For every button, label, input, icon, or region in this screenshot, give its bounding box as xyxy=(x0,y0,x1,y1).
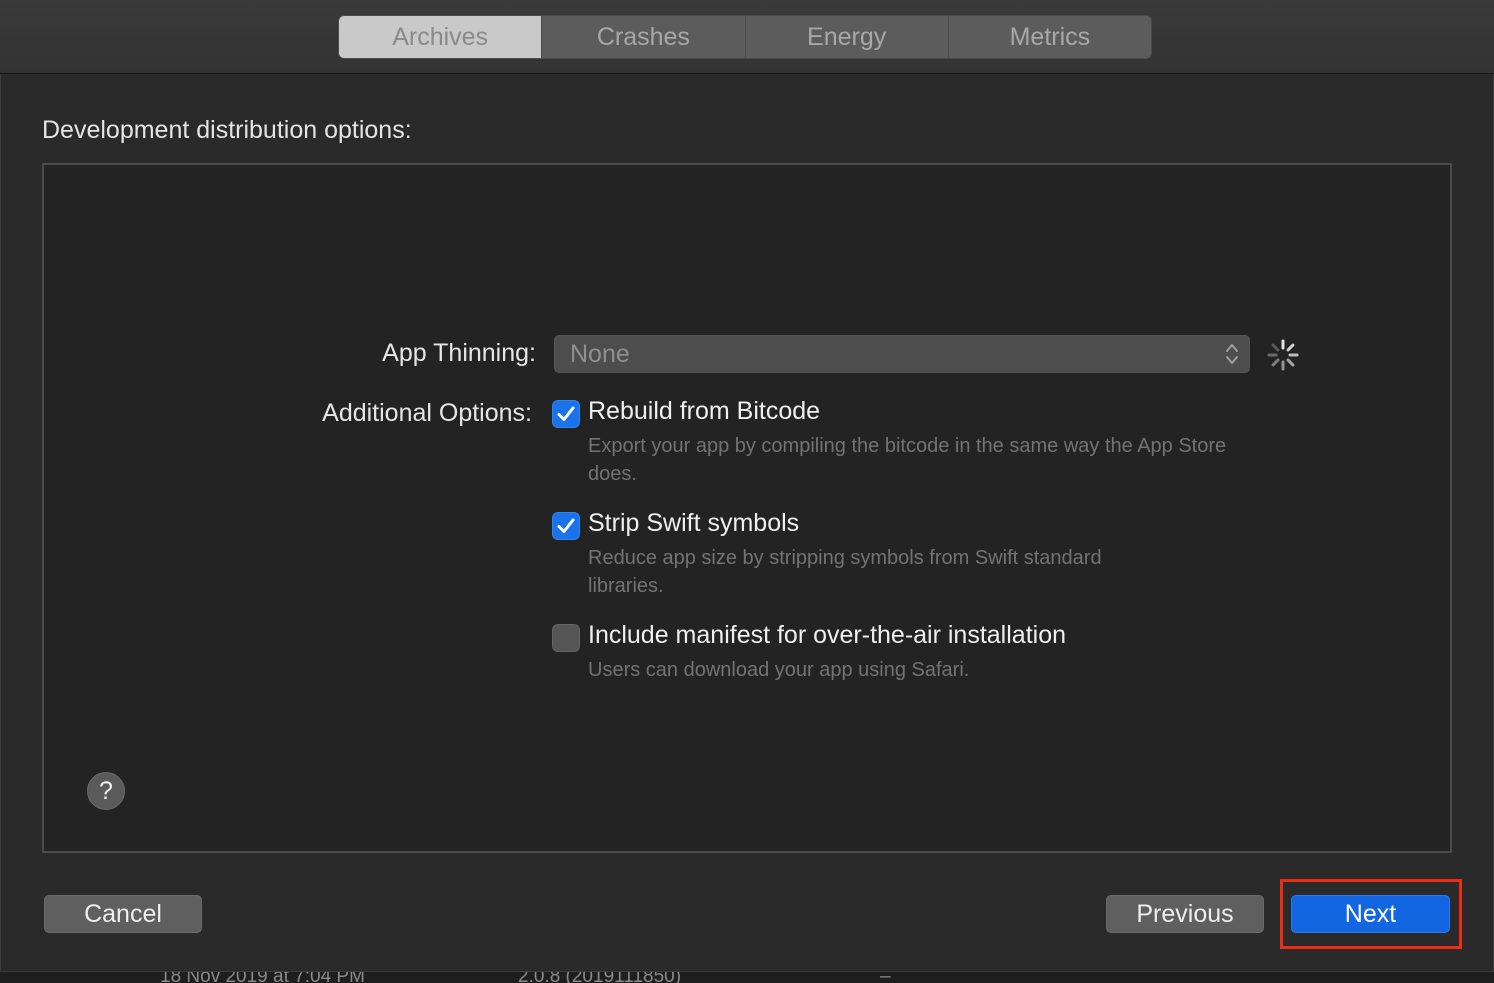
include-manifest-description: Users can download your app using Safari… xyxy=(588,659,970,681)
checkmark-icon xyxy=(557,406,575,421)
tab-metrics[interactable]: Metrics xyxy=(947,16,1151,58)
checkmark-icon xyxy=(557,518,575,533)
loading-spinner-icon xyxy=(1267,339,1299,371)
tab-archives[interactable]: Archives xyxy=(339,16,542,58)
rebuild-from-bitcode-description: Export your app by compiling the bitcode… xyxy=(588,435,1227,485)
strip-swift-symbols-checkbox[interactable] xyxy=(552,512,580,540)
rebuild-from-bitcode-title[interactable]: Rebuild from Bitcode xyxy=(588,397,820,426)
help-button[interactable]: ? xyxy=(87,772,125,810)
distribution-window: Archives Crashes Energy Metrics 18 Nov 2… xyxy=(0,0,1494,983)
next-button-highlight xyxy=(1280,879,1462,949)
include-manifest-title[interactable]: Include manifest for over-the-air instal… xyxy=(588,621,1066,650)
strip-swift-symbols-description: Reduce app size by stripping symbols fro… xyxy=(588,547,1102,597)
rebuild-from-bitcode-checkbox[interactable] xyxy=(552,400,580,428)
app-thinning-label: App Thinning: xyxy=(382,339,536,367)
tab-crashes[interactable]: Crashes xyxy=(541,16,745,58)
distribution-sheet: Development distribution options: App Th… xyxy=(0,74,1494,972)
cancel-button[interactable]: Cancel xyxy=(44,895,202,933)
additional-options-label: Additional Options: xyxy=(322,399,532,427)
previous-button[interactable]: Previous xyxy=(1106,895,1264,933)
sheet-heading: Development distribution options: xyxy=(42,116,412,144)
organizer-tabs: Archives Crashes Energy Metrics xyxy=(338,15,1152,59)
chevron-updown-icon xyxy=(1226,344,1238,364)
app-thinning-popup[interactable]: None xyxy=(554,335,1250,373)
app-thinning-value: None xyxy=(570,339,630,368)
tab-energy[interactable]: Energy xyxy=(744,16,948,58)
options-panel: App Thinning: None Additional Options: R… xyxy=(42,163,1452,853)
strip-swift-symbols-title[interactable]: Strip Swift symbols xyxy=(588,509,799,538)
toolbar: Archives Crashes Energy Metrics xyxy=(0,0,1494,74)
include-manifest-checkbox[interactable] xyxy=(552,624,580,652)
